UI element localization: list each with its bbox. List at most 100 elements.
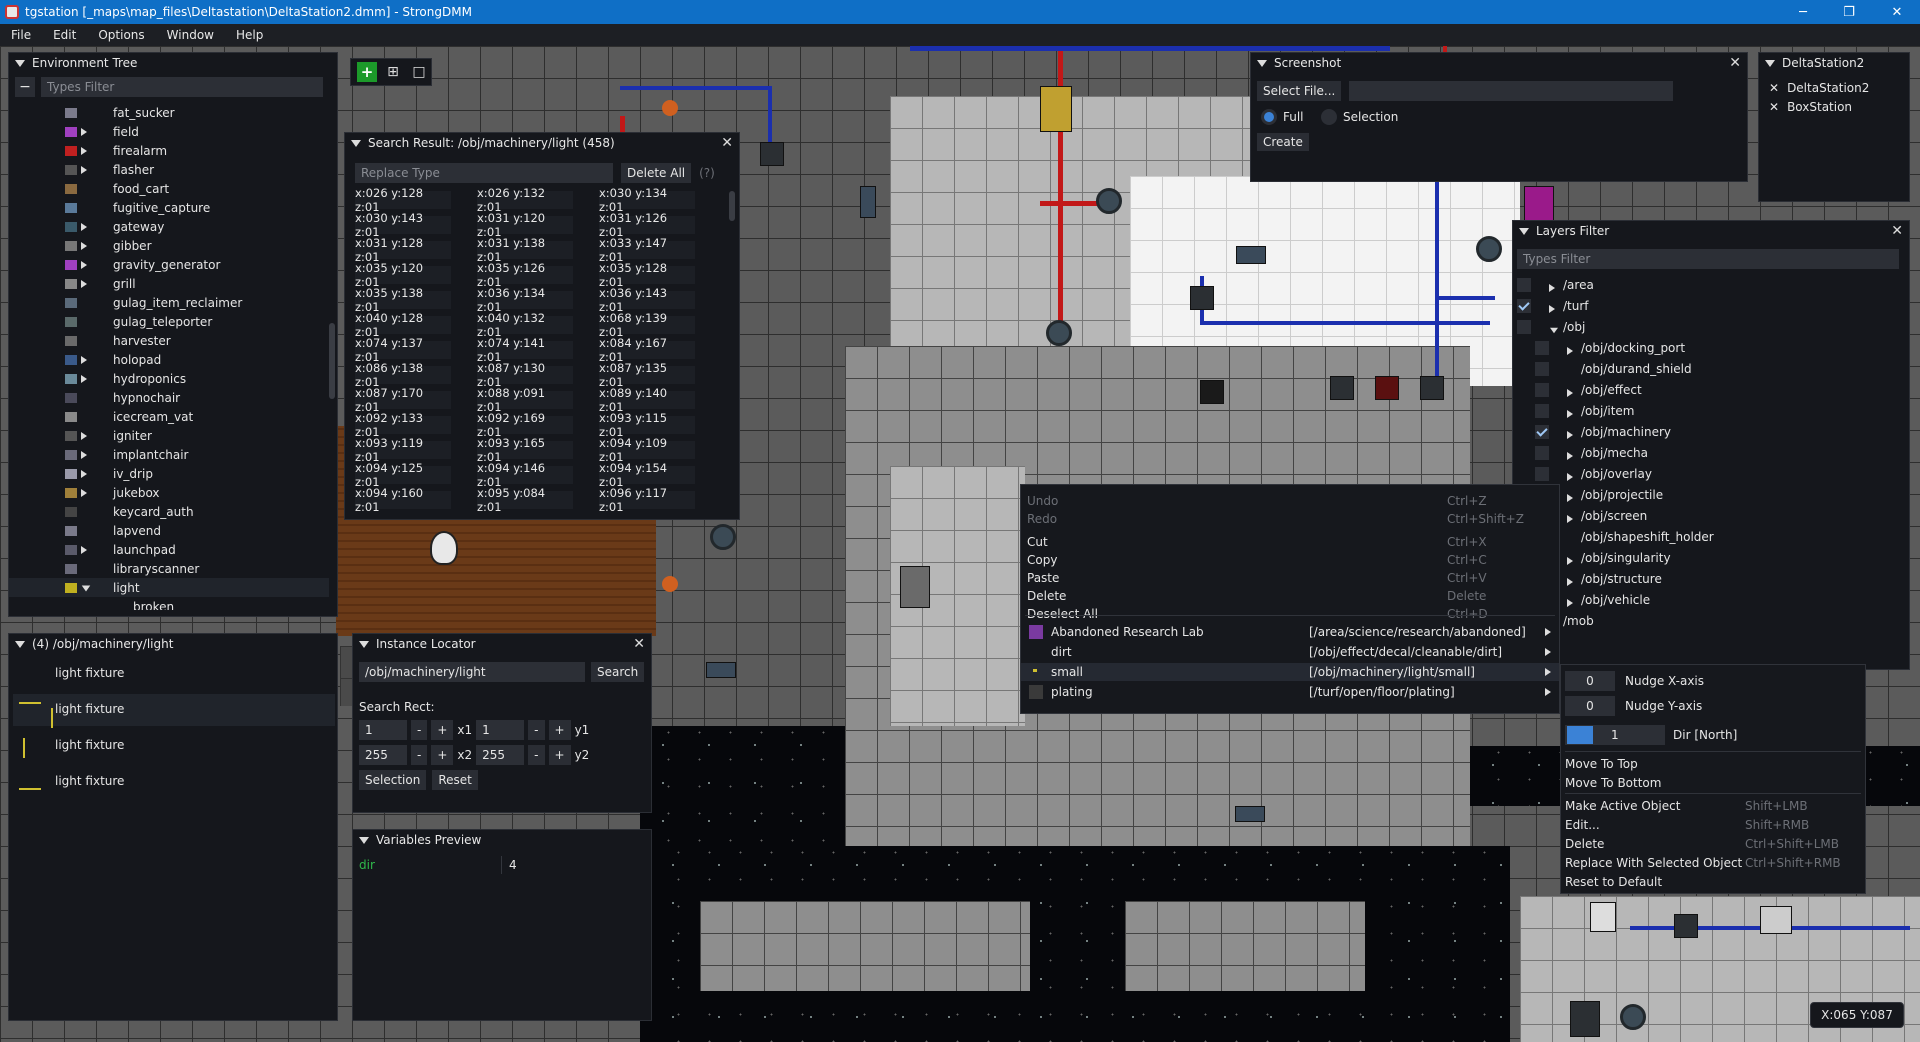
layer-checkbox[interactable] bbox=[1535, 446, 1549, 460]
search-result-coord[interactable]: x:030 y:134 z:01 bbox=[599, 186, 695, 214]
layers-header[interactable]: Layers Filter ✕ bbox=[1513, 221, 1909, 241]
menu-item-cut[interactable]: Cut Ctrl+X bbox=[1027, 534, 1487, 550]
tree-item[interactable]: gravity_generator bbox=[9, 255, 329, 274]
screenshot-path-input[interactable] bbox=[1349, 81, 1674, 101]
chevron-right-icon[interactable] bbox=[81, 467, 87, 481]
tree-item[interactable]: icecream_vat bbox=[9, 407, 329, 426]
close-icon[interactable]: ✕ bbox=[1891, 223, 1903, 239]
tree-item[interactable]: flasher bbox=[9, 160, 329, 179]
submenu-item[interactable]: Make Active Object Shift+LMB bbox=[1565, 798, 1861, 814]
map-tab[interactable]: ✕ DeltaStation2 bbox=[1769, 81, 1869, 95]
chevron-right-icon[interactable] bbox=[1567, 386, 1573, 400]
tree-item[interactable]: launchpad bbox=[9, 540, 329, 559]
object-menu-item[interactable]: small [/obj/machinery/light/small] bbox=[1021, 663, 1559, 681]
submenu-item[interactable]: Reset to Default bbox=[1565, 874, 1861, 890]
instance-item[interactable]: light fixture bbox=[13, 766, 335, 798]
y1-increment-button[interactable]: + bbox=[548, 720, 571, 740]
search-result-coord[interactable]: x:031 y:138 z:01 bbox=[477, 236, 573, 264]
submenu-item[interactable]: Move To Bottom bbox=[1565, 775, 1861, 791]
types-filter-input[interactable]: Types Filter bbox=[41, 77, 323, 97]
collapse-triangle-icon[interactable] bbox=[1519, 227, 1529, 235]
tree-item[interactable]: implantchair bbox=[9, 445, 329, 464]
replace-type-input[interactable]: Replace Type bbox=[355, 163, 613, 183]
instance-item[interactable]: light fixture bbox=[13, 694, 335, 728]
delete-all-button[interactable]: Delete All bbox=[621, 163, 692, 183]
layer-checkbox[interactable] bbox=[1535, 404, 1549, 418]
layer-item[interactable]: /obj/projectile bbox=[1513, 485, 1909, 505]
chevron-right-icon[interactable] bbox=[81, 163, 87, 177]
screenshot-header[interactable]: Screenshot ✕ bbox=[1251, 53, 1747, 73]
x2-input[interactable]: 255 bbox=[359, 745, 407, 765]
tree-item[interactable]: hypnochair bbox=[9, 388, 329, 407]
tree-item[interactable]: holopad bbox=[9, 350, 329, 369]
search-result-coord[interactable]: x:074 y:137 z:01 bbox=[355, 336, 451, 364]
search-scrollbar[interactable] bbox=[729, 191, 735, 221]
tree-item[interactable]: fat_sucker bbox=[9, 105, 329, 122]
instance-item[interactable]: light fixture bbox=[13, 730, 335, 762]
chevron-right-icon[interactable] bbox=[81, 372, 87, 386]
dir-slider[interactable]: 1 bbox=[1565, 725, 1665, 745]
maximize-button[interactable]: ❐ bbox=[1826, 0, 1872, 24]
close-icon[interactable]: ✕ bbox=[1769, 81, 1779, 95]
search-result-coord[interactable]: x:092 y:169 z:01 bbox=[477, 411, 573, 439]
tree-item[interactable]: food_cart bbox=[9, 179, 329, 198]
search-result-coord[interactable]: x:030 y:143 z:01 bbox=[355, 211, 451, 239]
tree-item[interactable]: grill bbox=[9, 274, 329, 293]
tree-item[interactable]: keycard_auth bbox=[9, 502, 329, 521]
grid-button[interactable]: ⊞ bbox=[383, 62, 403, 82]
variables-header[interactable]: Variables Preview bbox=[353, 830, 651, 850]
tree-item[interactable]: lapvend bbox=[9, 521, 329, 540]
select-button[interactable]: □ bbox=[409, 62, 429, 82]
chevron-right-icon[interactable] bbox=[81, 543, 87, 557]
tree-item[interactable]: iv_drip bbox=[9, 464, 329, 483]
search-result-coord[interactable]: x:031 y:128 z:01 bbox=[355, 236, 451, 264]
close-icon[interactable]: ✕ bbox=[721, 135, 733, 151]
reset-button[interactable]: Reset bbox=[432, 770, 478, 790]
tree-item[interactable]: hydroponics bbox=[9, 369, 329, 388]
x1-input[interactable]: 1 bbox=[359, 720, 407, 740]
chevron-right-icon[interactable] bbox=[81, 125, 87, 139]
collapse-triangle-icon[interactable] bbox=[351, 139, 361, 147]
search-result-coord[interactable]: x:035 y:120 z:01 bbox=[355, 261, 451, 289]
menu-edit[interactable]: Edit bbox=[42, 28, 87, 42]
layer-item[interactable]: /obj/screen bbox=[1513, 506, 1909, 526]
object-menu-item[interactable]: plating [/turf/open/floor/plating] bbox=[1021, 683, 1559, 701]
chevron-right-icon[interactable] bbox=[1549, 302, 1555, 316]
search-result-coord[interactable]: x:035 y:138 z:01 bbox=[355, 286, 451, 314]
search-result-coord[interactable]: x:095 y:084 z:01 bbox=[477, 486, 573, 514]
submenu-item[interactable]: Edit... Shift+RMB bbox=[1565, 817, 1861, 833]
menu-item-redo[interactable]: Redo Ctrl+Shift+Z bbox=[1027, 511, 1524, 527]
y2-input[interactable]: 255 bbox=[476, 745, 525, 765]
search-result-coord[interactable]: x:031 y:126 z:01 bbox=[599, 211, 695, 239]
search-result-header[interactable]: Search Result: /obj/machinery/light (458… bbox=[345, 133, 739, 153]
search-result-coord[interactable]: x:086 y:138 z:01 bbox=[355, 361, 451, 389]
menu-item-deselect-all[interactable]: Deselect All Ctrl+D bbox=[1027, 606, 1488, 622]
layer-checkbox[interactable] bbox=[1517, 278, 1531, 292]
collapse-triangle-icon[interactable] bbox=[359, 640, 369, 648]
layer-item[interactable]: /obj/singularity bbox=[1513, 548, 1909, 568]
tree-item[interactable]: light bbox=[9, 578, 329, 597]
nudge-x-input[interactable]: 0 bbox=[1565, 671, 1615, 691]
chevron-right-icon[interactable] bbox=[1567, 344, 1573, 358]
search-result-coord[interactable]: x:089 y:140 z:01 bbox=[599, 386, 695, 414]
layer-checkbox[interactable] bbox=[1535, 425, 1549, 439]
x1-increment-button[interactable]: + bbox=[431, 720, 454, 740]
layer-checkbox[interactable] bbox=[1517, 299, 1531, 313]
search-result-coord[interactable]: x:092 y:133 z:01 bbox=[355, 411, 451, 439]
y1-input[interactable]: 1 bbox=[476, 720, 525, 740]
layer-checkbox[interactable] bbox=[1535, 341, 1549, 355]
tree-item[interactable]: fugitive_capture bbox=[9, 198, 329, 217]
collapse-triangle-icon[interactable] bbox=[15, 59, 25, 67]
select-file-button[interactable]: Select File... bbox=[1257, 81, 1342, 101]
y2-decrement-button[interactable]: - bbox=[528, 745, 545, 765]
help-text[interactable]: (?) bbox=[699, 166, 715, 180]
chevron-down-icon[interactable] bbox=[81, 581, 98, 595]
instances-header[interactable]: (4) /obj/machinery/light bbox=[9, 634, 337, 654]
layer-item[interactable]: /mob bbox=[1513, 611, 1909, 631]
layer-item[interactable]: /obj/durand_shield bbox=[1513, 359, 1909, 379]
tree-item[interactable]: firealarm bbox=[9, 141, 329, 160]
tree-item[interactable]: gibber bbox=[9, 236, 329, 255]
menu-file[interactable]: File bbox=[0, 28, 42, 42]
collapse-triangle-icon[interactable] bbox=[15, 640, 25, 648]
instance-locator-header[interactable]: Instance Locator ✕ bbox=[353, 634, 651, 654]
